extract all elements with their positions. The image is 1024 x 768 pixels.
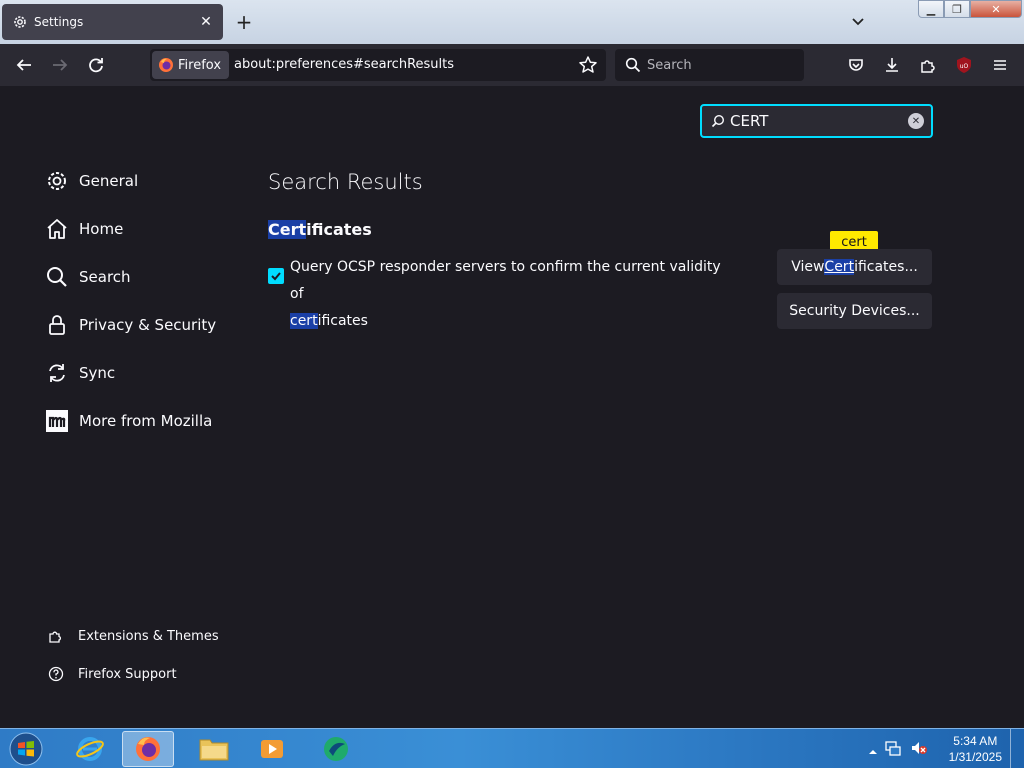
sidebar-item-search[interactable]: Search <box>44 259 131 295</box>
home-icon <box>44 216 70 242</box>
close-tab-icon[interactable]: ✕ <box>197 13 215 31</box>
star-icon[interactable] <box>578 55 598 75</box>
tab-bar: Settings ✕ + ▁ ❐ ✕ <box>0 0 1024 44</box>
clock-time: 5:34 AM <box>953 734 998 748</box>
extensions-themes-link[interactable]: Extensions & Themes <box>47 627 219 645</box>
button-label-pre: View <box>791 259 825 275</box>
back-icon[interactable] <box>10 51 38 79</box>
footer-link-label: Extensions & Themes <box>78 628 219 644</box>
search-icon <box>44 264 70 290</box>
view-certificates-button[interactable]: View Cert ificates... <box>777 249 932 285</box>
preferences-page: ✕ General Home Search Privacy & Security… <box>0 86 1024 728</box>
network-icon[interactable] <box>884 739 902 761</box>
volume-muted-icon[interactable] <box>910 739 928 761</box>
clock-date: 1/31/2025 <box>948 750 1002 764</box>
sidebar-item-label: General <box>79 172 139 190</box>
button-label-rest: ificates... <box>854 259 918 275</box>
heading-rest: ificates <box>306 220 372 239</box>
taskbar: 5:34 AM 1/31/2025 <box>0 728 1024 768</box>
chevron-down-icon[interactable] <box>846 10 870 34</box>
firefox-taskbar-icon[interactable] <box>122 731 174 767</box>
firefox-icon <box>159 58 173 72</box>
sidebar-item-label: Search <box>79 268 131 286</box>
sidebar-item-more-from-mozilla[interactable]: More from Mozilla <box>44 403 212 439</box>
start-button[interactable] <box>6 731 46 767</box>
pocket-icon[interactable] <box>842 51 870 79</box>
nav-bar: Firefox about:preferences#searchResults … <box>0 44 1024 86</box>
identity-label: Firefox <box>178 57 222 73</box>
ocsp-checkbox[interactable] <box>268 268 284 284</box>
search-placeholder: Search <box>647 57 692 73</box>
section-heading: Certificates <box>268 220 372 239</box>
sync-icon <box>44 360 70 386</box>
extensions-icon[interactable] <box>914 51 942 79</box>
tab-title: Settings <box>34 15 84 29</box>
find-input[interactable] <box>730 112 900 130</box>
mozilla-icon <box>44 408 70 434</box>
reload-icon[interactable] <box>82 51 110 79</box>
sidebar-item-label: Sync <box>79 364 116 382</box>
window-controls: ▁ ❐ ✕ <box>918 0 1022 18</box>
lock-icon <box>44 312 70 338</box>
media-player-icon[interactable] <box>246 731 298 767</box>
sidebar-item-general[interactable]: General <box>44 163 138 199</box>
minimize-icon[interactable]: ▁ <box>918 0 944 18</box>
new-tab-icon[interactable]: + <box>232 10 256 34</box>
clear-icon[interactable]: ✕ <box>908 113 924 129</box>
forward-icon[interactable] <box>46 51 74 79</box>
restore-icon[interactable]: ❐ <box>944 0 970 18</box>
security-devices-button[interactable]: Security Devices... <box>777 293 932 329</box>
ublock-icon[interactable]: uO <box>950 51 978 79</box>
download-icon[interactable] <box>878 51 906 79</box>
ocsp-setting: Query OCSP responder servers to confirm … <box>268 254 728 335</box>
search-highlight: Cert <box>268 220 307 239</box>
app-icon[interactable] <box>310 731 362 767</box>
menu-icon[interactable] <box>986 51 1014 79</box>
sidebar-item-home[interactable]: Home <box>44 211 123 247</box>
identity-box[interactable]: Firefox <box>152 51 230 79</box>
gear-icon <box>14 16 26 28</box>
url-text[interactable]: about:preferences#searchResults <box>234 57 454 72</box>
sidebar-item-privacy[interactable]: Privacy & Security <box>44 307 216 343</box>
search-icon <box>711 114 725 128</box>
ocsp-label: Query OCSP responder servers to confirm … <box>290 254 728 335</box>
search-highlight: cert <box>290 313 318 329</box>
svg-text:uO: uO <box>960 63 969 70</box>
ocsp-text: Query OCSP responder servers to confirm … <box>290 259 721 302</box>
search-highlight: Cert <box>824 259 855 275</box>
file-explorer-icon[interactable] <box>188 731 240 767</box>
url-bar[interactable]: Firefox about:preferences#searchResults <box>150 49 606 81</box>
firefox-support-link[interactable]: Firefox Support <box>47 665 177 683</box>
search-bar[interactable]: Search <box>615 49 804 81</box>
show-hidden-icons-icon[interactable] <box>868 742 878 761</box>
find-in-settings[interactable]: ✕ <box>700 104 933 138</box>
gear-icon <box>44 168 70 194</box>
sidebar-item-label: More from Mozilla <box>79 412 213 430</box>
clock[interactable]: 5:34 AM 1/31/2025 <box>949 733 1002 765</box>
show-desktop-button[interactable] <box>1010 729 1024 768</box>
internet-explorer-icon[interactable] <box>64 731 116 767</box>
ocsp-text-rest: ificates <box>317 313 368 329</box>
tab-settings[interactable]: Settings ✕ <box>2 4 223 40</box>
system-tray: 5:34 AM 1/31/2025 <box>860 729 1024 768</box>
page-title: Search Results <box>268 170 423 194</box>
footer-link-label: Firefox Support <box>78 666 177 682</box>
help-icon <box>47 665 65 683</box>
sidebar-item-label: Privacy & Security <box>79 316 217 334</box>
search-icon <box>625 57 641 73</box>
puzzle-icon <box>47 627 65 645</box>
sidebar-item-label: Home <box>79 220 124 238</box>
sidebar-item-sync[interactable]: Sync <box>44 355 115 391</box>
close-window-icon[interactable]: ✕ <box>970 0 1022 18</box>
